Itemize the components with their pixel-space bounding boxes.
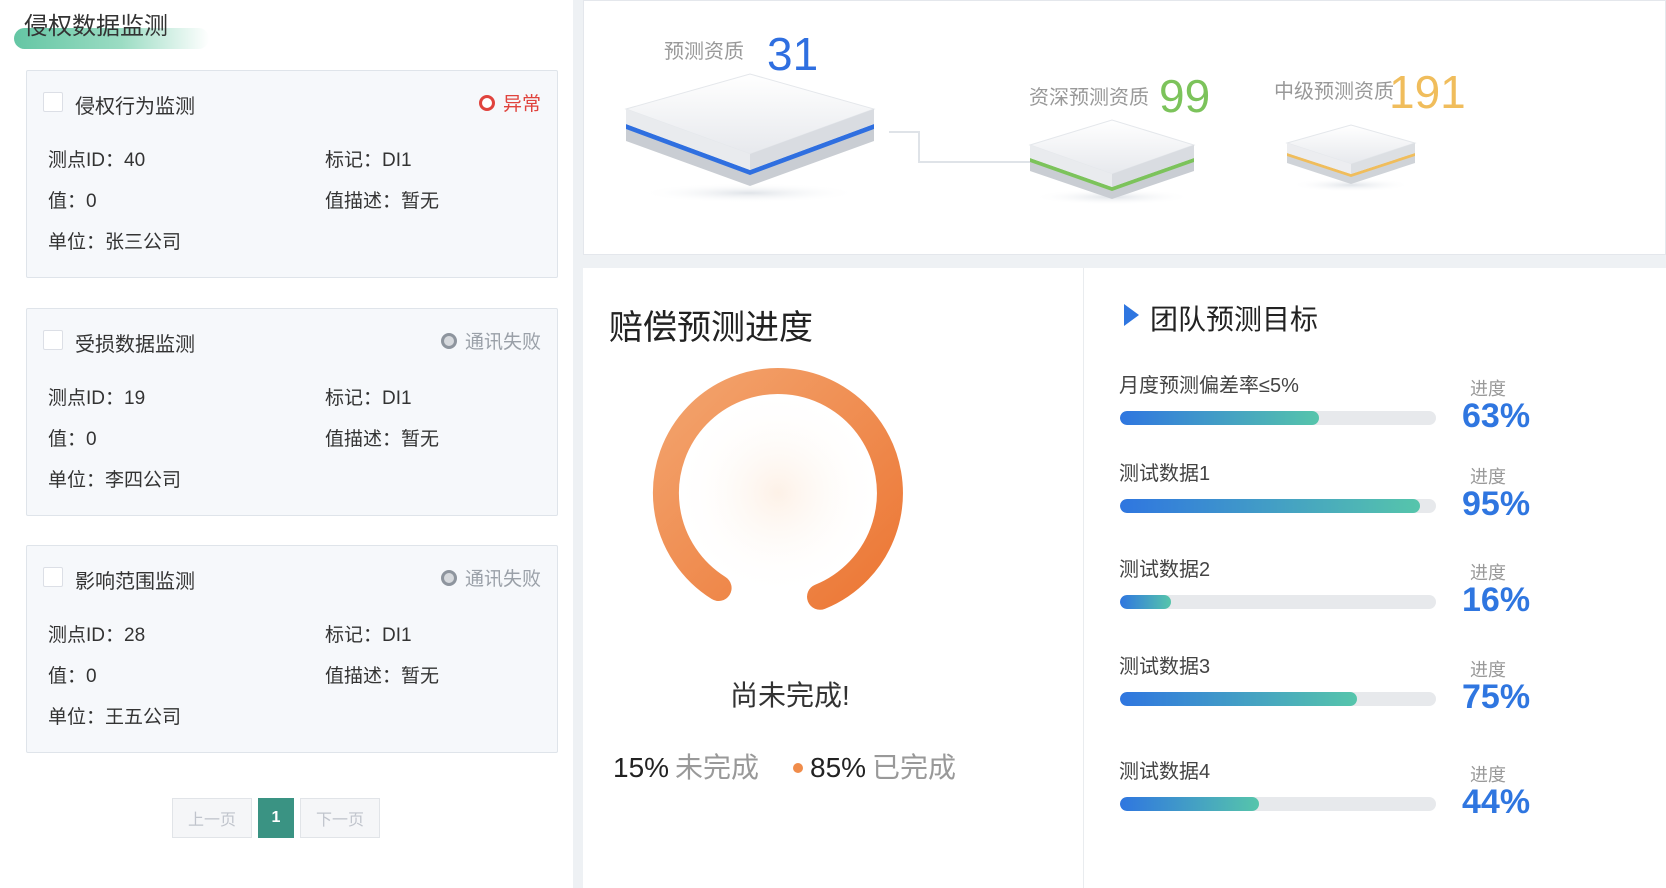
goal-name: 测试数据2 <box>1119 559 1211 581</box>
alert-icon <box>478 94 495 111</box>
incomplete-label: 未完成 <box>675 752 760 783</box>
status-text: 异常 <box>502 94 541 115</box>
monitor-panel: 侵权数据监测 侵权行为监测 异常 测点ID：40 标记：DI1 值：0 值描述：… <box>0 0 573 888</box>
value-desc: 值描述：暂无 <box>325 191 440 212</box>
stat-label: 中级预测资质 <box>1274 81 1394 103</box>
compensation-progress-panel: 赔偿预测进度 尚未完成! 15% 未完成 85% 已完成 <box>583 268 1083 888</box>
point-id: 测点ID：40 <box>48 150 146 171</box>
goal-name: 测试数据4 <box>1119 761 1211 783</box>
mark: 标记：DI1 <box>325 388 412 409</box>
status-text: 尚未完成! <box>730 680 850 711</box>
status-text: 通讯失败 <box>464 332 541 353</box>
progress-bar <box>1120 411 1436 425</box>
card-title: 影响范围监测 <box>75 571 195 593</box>
progress-bar <box>1120 499 1436 513</box>
prev-page-button[interactable]: 上一页 <box>172 798 252 838</box>
team-goals-panel: 团队预测目标 月度预测偏差率≤5% 进度 63% 测试数据1 进度 95% 测试数据2 进度 1… <box>1083 268 1666 888</box>
legend-dot <box>793 763 803 773</box>
card-checkbox[interactable] <box>43 567 63 587</box>
goal-name: 测试数据1 <box>1119 463 1211 485</box>
goal-name: 月度预测偏差率≤5% <box>1119 375 1299 397</box>
progress-fill <box>1120 692 1357 706</box>
progress-percent: 95% <box>1462 485 1531 523</box>
status-badge: 通讯失败 <box>440 564 541 591</box>
status-badge: 异常 <box>478 89 541 116</box>
incomplete-pct: 15% <box>613 752 670 783</box>
unit: 单位：李四公司 <box>48 470 182 491</box>
status-badge: 通讯失败 <box>440 327 541 354</box>
stat-label: 预测资质 <box>664 41 744 63</box>
platform-illustration <box>624 73 1417 205</box>
value: 值：0 <box>48 191 97 212</box>
stat-value: 31 <box>767 28 819 80</box>
complete-label: 已完成 <box>872 752 957 783</box>
unit: 单位：张三公司 <box>48 232 182 253</box>
card-checkbox[interactable] <box>43 92 63 112</box>
next-page-button[interactable]: 下一页 <box>300 798 380 838</box>
status-text: 通讯失败 <box>464 569 541 590</box>
progress-percent: 44% <box>1462 783 1531 821</box>
unit: 单位：王五公司 <box>48 707 182 728</box>
stat-label: 资深预测资质 <box>1029 87 1149 109</box>
monitor-card: 影响范围监测 通讯失败 测点ID：28 标记：DI1 值：0 值描述：暂无 单位… <box>26 545 558 753</box>
progress-percent: 63% <box>1462 397 1531 435</box>
monitor-card: 受损数据监测 通讯失败 测点ID：19 标记：DI1 值：0 值描述：暂无 单位… <box>26 308 558 516</box>
progress-bar <box>1120 797 1436 811</box>
progress-percent: 16% <box>1462 581 1531 619</box>
card-checkbox[interactable] <box>43 330 63 350</box>
triangle-right-icon <box>1124 304 1139 326</box>
progress-bar <box>1120 595 1436 609</box>
offline-icon <box>440 332 457 349</box>
progress-ring <box>652 368 903 610</box>
progress-percent: 75% <box>1462 678 1531 716</box>
page-1-button[interactable]: 1 <box>258 798 294 838</box>
legend-incomplete: 15% 未完成 <box>613 746 759 786</box>
card-title: 侵权行为监测 <box>75 96 195 118</box>
goal-name: 测试数据3 <box>1119 656 1211 678</box>
value-desc: 值描述：暂无 <box>325 429 440 450</box>
qualification-stats: 预测资质 31 资深预测资质 99 中级预测资质 191 <box>583 0 1666 255</box>
progress-fill <box>1120 499 1421 513</box>
progress-fill <box>1120 411 1320 425</box>
legend-complete: 85% 已完成 <box>810 746 956 786</box>
card-title: 受损数据监测 <box>75 334 195 356</box>
point-id: 测点ID：28 <box>48 625 146 646</box>
mark: 标记：DI1 <box>325 625 412 646</box>
progress-fill <box>1120 797 1260 811</box>
value-desc: 值描述：暂无 <box>325 666 440 687</box>
complete-pct: 85% <box>810 752 867 783</box>
value: 值：0 <box>48 666 97 687</box>
panel-title: 侵权数据监测 <box>24 13 168 40</box>
value: 值：0 <box>48 429 97 450</box>
progress-fill <box>1120 595 1171 609</box>
stat-value: 191 <box>1389 66 1466 118</box>
progress-bar <box>1120 692 1436 706</box>
monitor-card: 侵权行为监测 异常 测点ID：40 标记：DI1 值：0 值描述：暂无 单位：张… <box>26 70 558 278</box>
mark: 标记：DI1 <box>325 150 412 171</box>
stat-value: 99 <box>1159 70 1211 122</box>
offline-icon <box>440 569 457 586</box>
point-id: 测点ID：19 <box>48 388 146 409</box>
goals-title: 团队预测目标 <box>1150 304 1319 335</box>
